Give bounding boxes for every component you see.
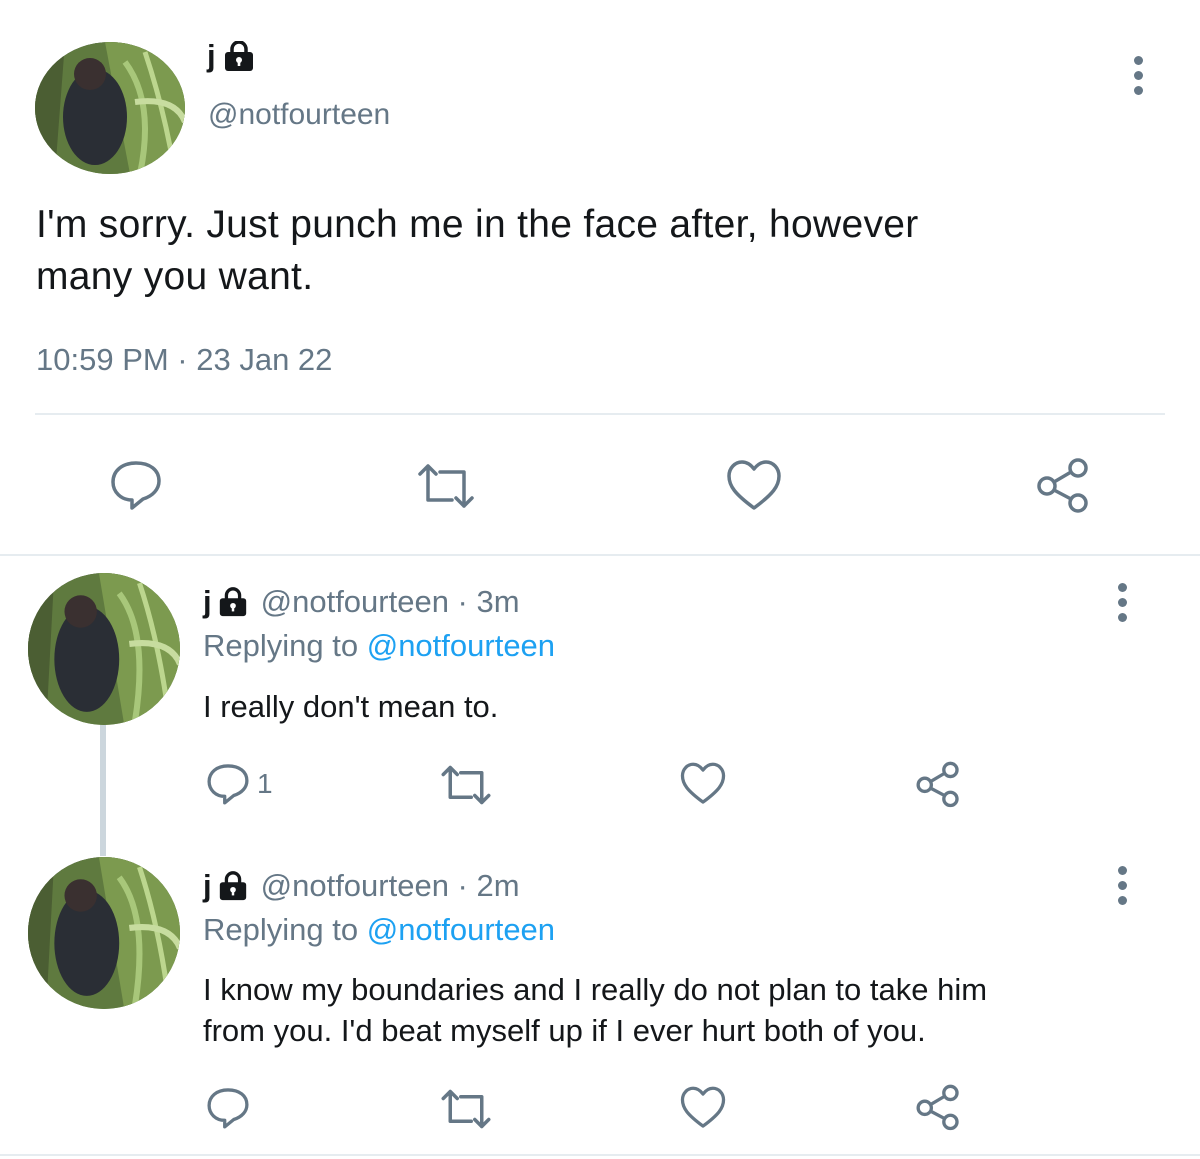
replying-to: Replying to @notfourteen xyxy=(203,912,555,948)
tweet-text-line: many you want. xyxy=(36,255,314,298)
handle-time[interactable]: @notfourteen · 3m xyxy=(261,584,520,620)
lock-icon xyxy=(217,587,249,617)
reply-header: j @notfourteen · 3m xyxy=(203,582,520,622)
replying-to-link[interactable]: @notfourteen xyxy=(367,628,555,663)
reply-text-line: from you. I'd beat myself up if I ever h… xyxy=(203,1013,926,1048)
avatar[interactable] xyxy=(28,573,180,725)
share-icon[interactable] xyxy=(1034,456,1092,514)
share-icon[interactable] xyxy=(914,1083,962,1131)
retweet-icon[interactable] xyxy=(438,1086,494,1132)
heart-icon[interactable] xyxy=(679,1085,727,1131)
divider xyxy=(0,1154,1200,1156)
divider xyxy=(0,554,1200,556)
lock-icon xyxy=(217,871,249,901)
tweet-text: I'm sorry. Just punch me in the face aft… xyxy=(36,199,919,303)
avatar[interactable] xyxy=(35,42,185,174)
replying-to: Replying to @notfourteen xyxy=(203,628,555,664)
replying-prefix: Replying to xyxy=(203,628,359,663)
reply-action[interactable]: 1 xyxy=(205,761,273,807)
author-handle[interactable]: @notfourteen xyxy=(208,98,390,132)
tweet-text-line: I'm sorry. Just punch me in the face aft… xyxy=(36,203,919,246)
reply-header: j @notfourteen · 2m xyxy=(203,866,520,906)
reply-icon[interactable] xyxy=(205,761,251,807)
replying-prefix: Replying to xyxy=(203,912,359,947)
author-name-row: j xyxy=(207,36,256,76)
reply-count: 1 xyxy=(257,768,273,799)
reply-action[interactable] xyxy=(205,1085,257,1131)
reply-icon[interactable] xyxy=(108,457,164,513)
retweet-icon[interactable] xyxy=(414,460,478,512)
more-options-icon[interactable] xyxy=(1115,866,1129,911)
more-options-icon[interactable] xyxy=(1131,56,1145,101)
retweet-icon[interactable] xyxy=(438,762,494,808)
reply-text-line: I know my boundaries and I really do not… xyxy=(203,972,988,1007)
reply-text-line: I really don't mean to. xyxy=(203,689,499,724)
thread-connector xyxy=(100,722,106,856)
share-icon[interactable] xyxy=(914,760,962,808)
lock-icon xyxy=(222,41,256,71)
author-name[interactable]: j xyxy=(203,584,212,620)
author-name[interactable]: j xyxy=(203,868,212,904)
reply-text: I know my boundaries and I really do not… xyxy=(203,969,987,1051)
heart-icon[interactable] xyxy=(725,458,783,514)
handle-time[interactable]: @notfourteen · 2m xyxy=(261,868,520,904)
reply-text: I really don't mean to. xyxy=(203,686,498,727)
tweet-timestamp[interactable]: 10:59 PM · 23 Jan 22 xyxy=(36,342,332,378)
avatar[interactable] xyxy=(28,857,180,1009)
more-options-icon[interactable] xyxy=(1115,583,1129,628)
replying-to-link[interactable]: @notfourteen xyxy=(367,912,555,947)
author-name[interactable]: j xyxy=(207,38,216,74)
heart-icon[interactable] xyxy=(679,761,727,807)
reply-icon[interactable] xyxy=(205,1085,251,1131)
divider xyxy=(35,413,1165,415)
